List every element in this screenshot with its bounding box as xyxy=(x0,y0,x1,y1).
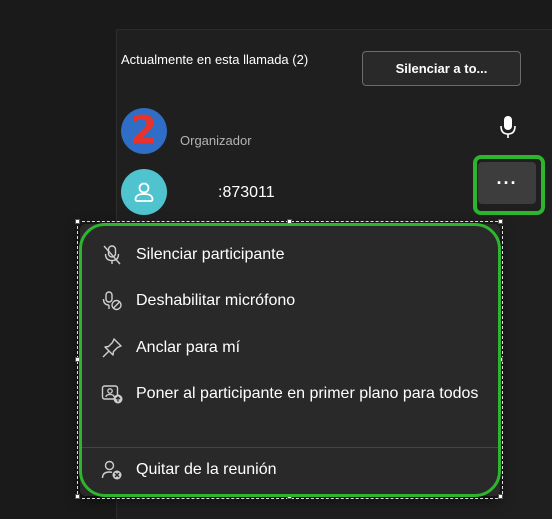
microphone-icon xyxy=(500,116,516,138)
remove-person-icon xyxy=(101,460,122,480)
selection-handle xyxy=(75,357,80,362)
organizer-avatar-text: 2 xyxy=(130,108,158,152)
person-icon xyxy=(134,182,154,202)
participants-header-title: Actualmente en esta llamada (2) xyxy=(121,52,309,67)
selection-handle xyxy=(498,357,503,362)
menu-item-label: Deshabilitar micrófono xyxy=(136,292,296,309)
menu-item-spotlight-for-all[interactable]: Poner al participante en primer plano pa… xyxy=(100,382,486,406)
selection-handle xyxy=(75,219,80,224)
pin-icon xyxy=(102,338,122,358)
selection-handle xyxy=(287,219,292,224)
selection-handle xyxy=(287,494,292,499)
selection-handle xyxy=(498,219,503,224)
selection-handle xyxy=(498,494,503,499)
participant-name: :873011 xyxy=(218,184,275,201)
menu-item-pin-for-me[interactable]: Anclar para mí xyxy=(100,336,486,360)
menu-item-disable-mic[interactable]: Deshabilitar micrófono xyxy=(100,289,486,313)
menu-item-label: Poner al participante en primer plano pa… xyxy=(136,385,479,402)
menu-item-mute-participant[interactable]: Silenciar participante xyxy=(100,243,486,267)
mic-disable-icon xyxy=(102,291,122,311)
menu-item-label: Silenciar participante xyxy=(136,246,285,263)
organizer-avatar: 2 xyxy=(121,108,167,154)
mic-off-icon xyxy=(103,245,121,265)
menu-item-label: Anclar para mí xyxy=(136,339,241,356)
menu-divider xyxy=(80,447,500,448)
selection-handle xyxy=(75,494,80,499)
organizer-role-label: Organizador xyxy=(180,133,252,148)
menu-item-label: Quitar de la reunión xyxy=(136,461,277,478)
more-options-button[interactable]: ··· xyxy=(478,162,536,204)
mute-all-button[interactable]: Silenciar a to... xyxy=(362,51,521,86)
menu-item-remove-from-meeting[interactable]: Quitar de la reunión xyxy=(100,458,486,482)
participant-avatar xyxy=(121,169,167,215)
spotlight-icon xyxy=(101,385,123,404)
